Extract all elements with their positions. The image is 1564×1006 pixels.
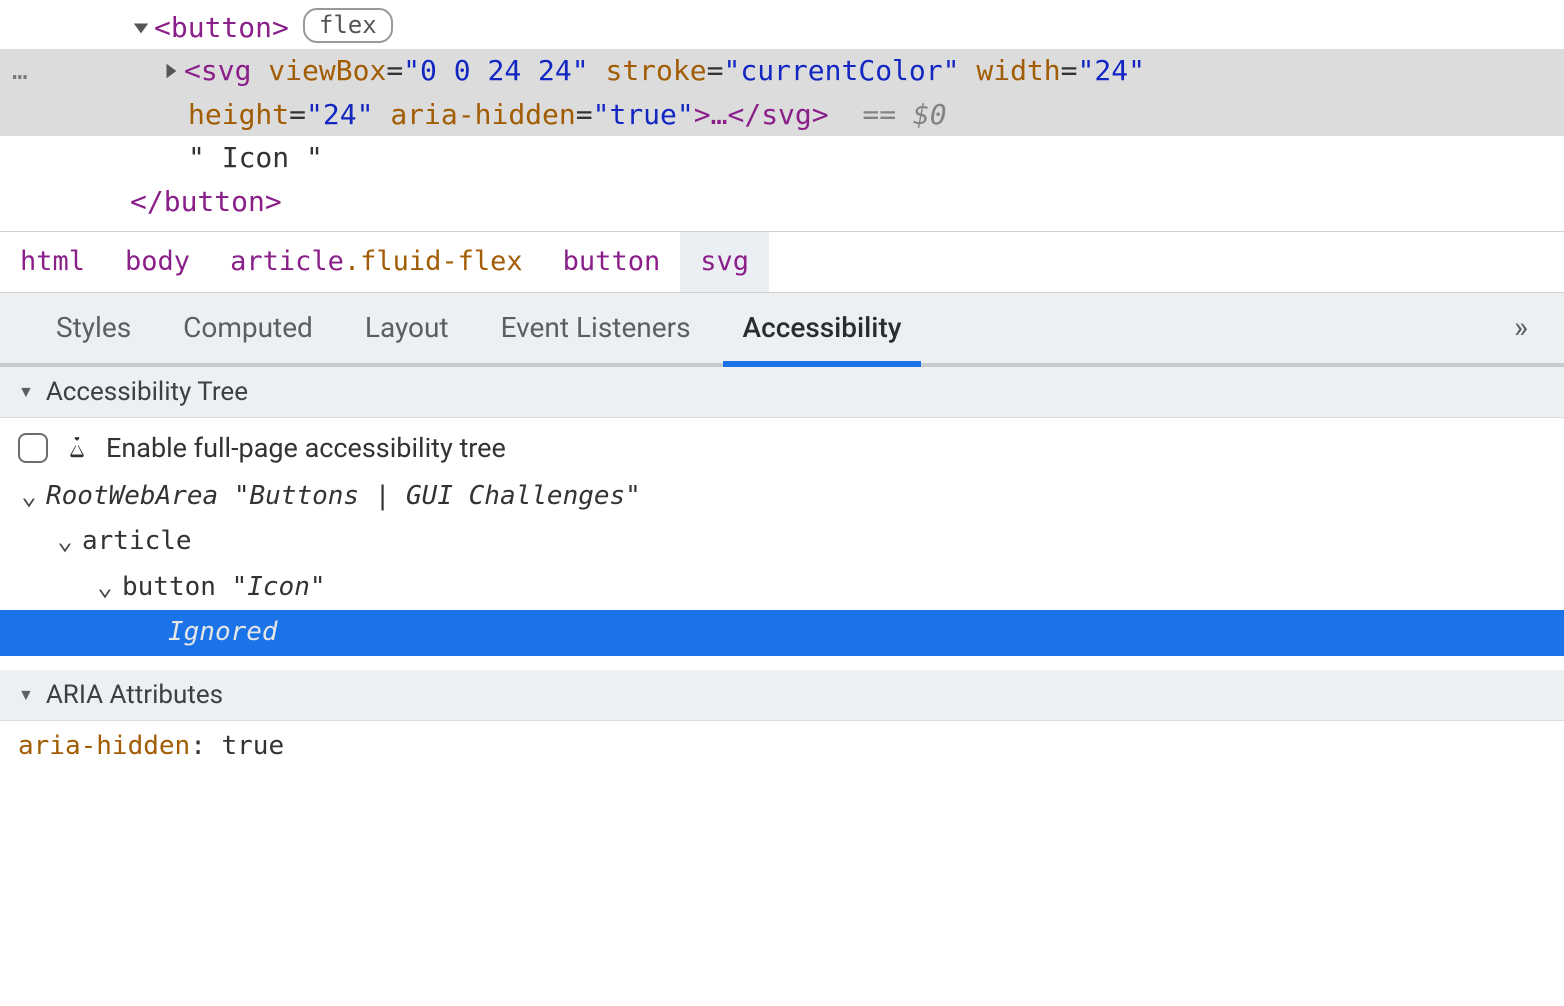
a11y-tree-node-article[interactable]: ⌄ article: [18, 519, 1546, 565]
chevron-down-icon[interactable]: ⌄: [94, 565, 116, 611]
disclosure-triangle-down-icon: ▼: [18, 382, 34, 402]
aria-attributes-body: aria-hidden: true: [0, 721, 1564, 779]
tab-accessibility[interactable]: Accessibility: [717, 293, 928, 363]
chevron-down-icon[interactable]: ⌄: [54, 519, 76, 565]
tabs-overflow-icon[interactable]: »: [1496, 310, 1546, 345]
flask-icon: [62, 433, 92, 463]
enable-full-page-tree-label: Enable full-page accessibility tree: [106, 432, 506, 464]
breadcrumb-svg[interactable]: svg: [680, 232, 769, 292]
disclosure-triangle-right-icon[interactable]: [160, 60, 182, 82]
section-header-a11y-tree[interactable]: ▼ Accessibility Tree: [0, 367, 1564, 418]
selection-ref: == $0: [862, 93, 946, 136]
aria-attr-name: aria-hidden: [18, 731, 190, 761]
breadcrumb-button[interactable]: button: [543, 232, 681, 292]
elements-dom-tree[interactable]: <button> flex … <svg viewBox="0 0 24 24"…: [0, 0, 1564, 231]
aria-attr-value: : true: [190, 731, 284, 761]
dom-node-button-close[interactable]: </button>: [0, 180, 1564, 223]
section-title: ARIA Attributes: [46, 680, 223, 710]
a11y-tree-body: Enable full-page accessibility tree ⌄ Ro…: [0, 418, 1564, 670]
section-title: Accessibility Tree: [46, 377, 248, 407]
flex-badge[interactable]: flex: [303, 8, 393, 43]
disclosure-triangle-down-icon[interactable]: [130, 17, 152, 39]
a11y-tree-node-ignored[interactable]: Ignored: [0, 610, 1564, 656]
tab-computed[interactable]: Computed: [157, 293, 339, 363]
a11y-tree-node-button[interactable]: ⌄ button "Icon": [18, 565, 1546, 611]
dom-node-svg-open[interactable]: … <svg viewBox="0 0 24 24" stroke="curre…: [0, 49, 1564, 92]
dom-text-node[interactable]: " Icon ": [0, 136, 1564, 179]
chevron-down-icon[interactable]: ⌄: [18, 474, 40, 520]
breadcrumb-html[interactable]: html: [0, 232, 105, 292]
devtools-root: <button> flex … <svg viewBox="0 0 24 24"…: [0, 0, 1564, 779]
breadcrumb-article[interactable]: article.fluid-flex: [210, 232, 543, 292]
enable-full-page-tree-checkbox[interactable]: [18, 433, 48, 463]
disclosure-triangle-down-icon: ▼: [18, 685, 34, 705]
tab-event-listeners[interactable]: Event Listeners: [475, 293, 717, 363]
a11y-tree-node-root[interactable]: ⌄ RootWebArea "Buttons | GUI Challenges": [18, 474, 1546, 520]
section-header-aria-attrs[interactable]: ▼ ARIA Attributes: [0, 670, 1564, 721]
gutter-ellipsis-icon[interactable]: …: [12, 51, 30, 91]
dom-node-svg-open-cont[interactable]: height="24" aria-hidden="true">…</svg> =…: [0, 93, 1564, 136]
tab-styles[interactable]: Styles: [30, 293, 157, 363]
dom-node-button-open[interactable]: <button> flex: [0, 6, 1564, 49]
sidebar-tabs: Styles Computed Layout Event Listeners A…: [0, 293, 1564, 367]
breadcrumb: html body article.fluid-flex button svg: [0, 231, 1564, 293]
tab-layout[interactable]: Layout: [339, 293, 475, 363]
breadcrumb-body[interactable]: body: [105, 232, 210, 292]
enable-full-page-tree-row: Enable full-page accessibility tree: [18, 428, 1546, 474]
a11y-tree[interactable]: ⌄ RootWebArea "Buttons | GUI Challenges"…: [18, 474, 1546, 656]
